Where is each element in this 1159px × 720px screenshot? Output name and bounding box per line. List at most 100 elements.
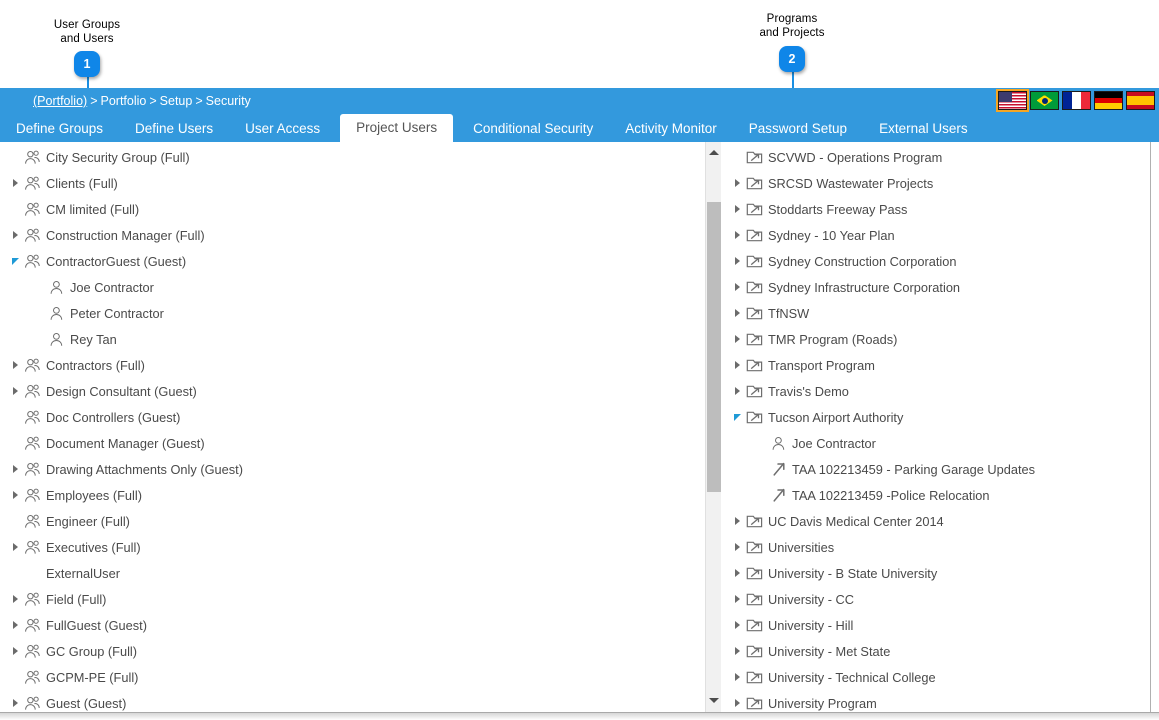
tree-row[interactable]: Field (Full) xyxy=(0,586,720,612)
flag-spain-icon[interactable] xyxy=(1126,91,1155,110)
tree-expander-collapsed-icon[interactable] xyxy=(730,560,744,586)
tree-row[interactable]: GCPM-PE (Full) xyxy=(0,664,720,690)
tree-row[interactable]: Universities xyxy=(722,534,1150,560)
tree-expander-collapsed-icon[interactable] xyxy=(8,612,22,638)
tree-expander-collapsed-icon[interactable] xyxy=(8,456,22,482)
tree-row[interactable]: TAA 102213459 - Parking Garage Updates xyxy=(722,456,1150,482)
breadcrumb-portfolio-link[interactable]: (Portfolio) xyxy=(33,94,87,108)
tree-expander-collapsed-icon[interactable] xyxy=(8,534,22,560)
tab-password-setup[interactable]: Password Setup xyxy=(733,116,863,142)
tab-define-groups[interactable]: Define Groups xyxy=(0,116,119,142)
tree-row[interactable]: SCVWD - Operations Program xyxy=(722,144,1150,170)
tree-expander-collapsed-icon[interactable] xyxy=(8,638,22,664)
tree-expander-collapsed-icon[interactable] xyxy=(8,586,22,612)
tree-expander-collapsed-icon[interactable] xyxy=(730,612,744,638)
tree-row[interactable]: Doc Controllers (Guest) xyxy=(0,404,720,430)
tree-row[interactable]: City Security Group (Full) xyxy=(0,144,720,170)
tree-row[interactable]: Joe Contractor xyxy=(722,430,1150,456)
bottom-scrollbar-strip[interactable] xyxy=(0,712,1159,720)
scroll-up-arrow-icon[interactable] xyxy=(706,144,721,161)
tree-row[interactable]: Tucson Airport Authority xyxy=(722,404,1150,430)
tree-row[interactable]: Clients (Full) xyxy=(0,170,720,196)
tree-expander-collapsed-icon[interactable] xyxy=(730,664,744,690)
tree-row[interactable]: SRCSD Wastewater Projects xyxy=(722,170,1150,196)
tree-expander-collapsed-icon[interactable] xyxy=(8,378,22,404)
tree-row[interactable]: FullGuest (Guest) xyxy=(0,612,720,638)
tree-row[interactable]: University - CC xyxy=(722,586,1150,612)
tree-row[interactable]: University - Hill xyxy=(722,612,1150,638)
tab-external-users[interactable]: External Users xyxy=(863,116,984,142)
tree-row[interactable]: Sydney Infrastructure Corporation xyxy=(722,274,1150,300)
tab-user-access[interactable]: User Access xyxy=(229,116,336,142)
tree-expander-collapsed-icon[interactable] xyxy=(8,690,22,712)
scrollbar-thumb[interactable] xyxy=(707,202,721,492)
tree-expander-collapsed-icon[interactable] xyxy=(730,300,744,326)
tree-row[interactable]: University - Technical College xyxy=(722,664,1150,690)
tab-conditional-security[interactable]: Conditional Security xyxy=(457,116,609,142)
tree-row[interactable]: Drawing Attachments Only (Guest) xyxy=(0,456,720,482)
tree-expander-collapsed-icon[interactable] xyxy=(8,222,22,248)
tree-expander-collapsed-icon[interactable] xyxy=(730,638,744,664)
tree-row[interactable]: Guest (Guest) xyxy=(0,690,720,712)
flag-france-icon[interactable] xyxy=(1062,91,1091,110)
scroll-down-arrow-icon[interactable] xyxy=(706,692,721,709)
tree-row[interactable]: TfNSW xyxy=(722,300,1150,326)
tree-row[interactable]: University - Met State xyxy=(722,638,1150,664)
tree-row[interactable]: Sydney - 10 Year Plan xyxy=(722,222,1150,248)
security-tab-bar[interactable]: Define Groups Define Users User Access Proj… xyxy=(0,114,1159,142)
tree-expander-expanded-icon[interactable] xyxy=(730,404,744,430)
tree-expander-expanded-icon[interactable] xyxy=(8,248,22,274)
tree-row[interactable]: Travis's Demo xyxy=(722,378,1150,404)
tree-expander-collapsed-icon[interactable] xyxy=(730,378,744,404)
breadcrumb-item-setup-real[interactable]: Setup xyxy=(160,94,193,108)
tree-row[interactable]: ExternalUser xyxy=(0,560,720,586)
tree-row[interactable]: Transport Program xyxy=(722,352,1150,378)
tree-row[interactable]: Joe Contractor xyxy=(0,274,720,300)
tree-row[interactable]: CM limited (Full) xyxy=(0,196,720,222)
breadcrumb-item-portfolio[interactable]: Portfolio xyxy=(101,94,147,108)
user-groups-tree[interactable]: City Security Group (Full) Clients (Full)… xyxy=(0,142,720,712)
tree-row[interactable]: Rey Tan xyxy=(0,326,720,352)
flag-united-states-icon[interactable] xyxy=(996,89,1029,112)
left-panel-scrollbar[interactable] xyxy=(705,142,721,712)
flag-brazil-icon[interactable] xyxy=(1030,91,1059,110)
tree-expander-collapsed-icon[interactable] xyxy=(730,326,744,352)
tree-row[interactable]: ContractorGuest (Guest) xyxy=(0,248,720,274)
tree-expander-collapsed-icon[interactable] xyxy=(730,222,744,248)
flag-germany-icon[interactable] xyxy=(1094,91,1123,110)
tree-row[interactable]: Design Consultant (Guest) xyxy=(0,378,720,404)
tree-expander-collapsed-icon[interactable] xyxy=(8,482,22,508)
tree-expander-collapsed-icon[interactable] xyxy=(730,248,744,274)
tree-expander-collapsed-icon[interactable] xyxy=(8,170,22,196)
tree-row[interactable]: TMR Program (Roads) xyxy=(722,326,1150,352)
tab-project-users[interactable]: Project Users xyxy=(340,114,454,142)
program-icon xyxy=(744,304,764,322)
tree-expander-collapsed-icon[interactable] xyxy=(730,586,744,612)
tree-expander-collapsed-icon[interactable] xyxy=(730,534,744,560)
tree-expander-collapsed-icon[interactable] xyxy=(730,274,744,300)
tab-define-users[interactable]: Define Users xyxy=(119,116,229,142)
tree-expander-collapsed-icon[interactable] xyxy=(730,170,744,196)
tab-activity-monitor[interactable]: Activity Monitor xyxy=(609,116,733,142)
tree-expander-collapsed-icon[interactable] xyxy=(730,508,744,534)
tree-row[interactable]: TAA 102213459 -Police Relocation xyxy=(722,482,1150,508)
tree-row[interactable]: Sydney Construction Corporation xyxy=(722,248,1150,274)
tree-row[interactable]: University - B State University xyxy=(722,560,1150,586)
tree-row[interactable]: Stoddarts Freeway Pass xyxy=(722,196,1150,222)
tree-expander-collapsed-icon[interactable] xyxy=(730,690,744,712)
tree-row[interactable]: UC Davis Medical Center 2014 xyxy=(722,508,1150,534)
tree-row[interactable]: GC Group (Full) xyxy=(0,638,720,664)
tree-row[interactable]: University Program xyxy=(722,690,1150,712)
tree-row[interactable]: Construction Manager (Full) xyxy=(0,222,720,248)
tree-row[interactable]: Engineer (Full) xyxy=(0,508,720,534)
language-flag-switcher[interactable] xyxy=(996,89,1155,112)
tree-row[interactable]: Document Manager (Guest) xyxy=(0,430,720,456)
tree-expander-collapsed-icon[interactable] xyxy=(8,352,22,378)
tree-row[interactable]: Contractors (Full) xyxy=(0,352,720,378)
tree-row[interactable]: Peter Contractor xyxy=(0,300,720,326)
tree-expander-collapsed-icon[interactable] xyxy=(730,352,744,378)
tree-row[interactable]: Employees (Full) xyxy=(0,482,720,508)
programs-projects-tree[interactable]: SCVWD - Operations Program SRCSD Wastewat… xyxy=(722,142,1150,712)
tree-expander-collapsed-icon[interactable] xyxy=(730,196,744,222)
tree-row[interactable]: Executives (Full) xyxy=(0,534,720,560)
